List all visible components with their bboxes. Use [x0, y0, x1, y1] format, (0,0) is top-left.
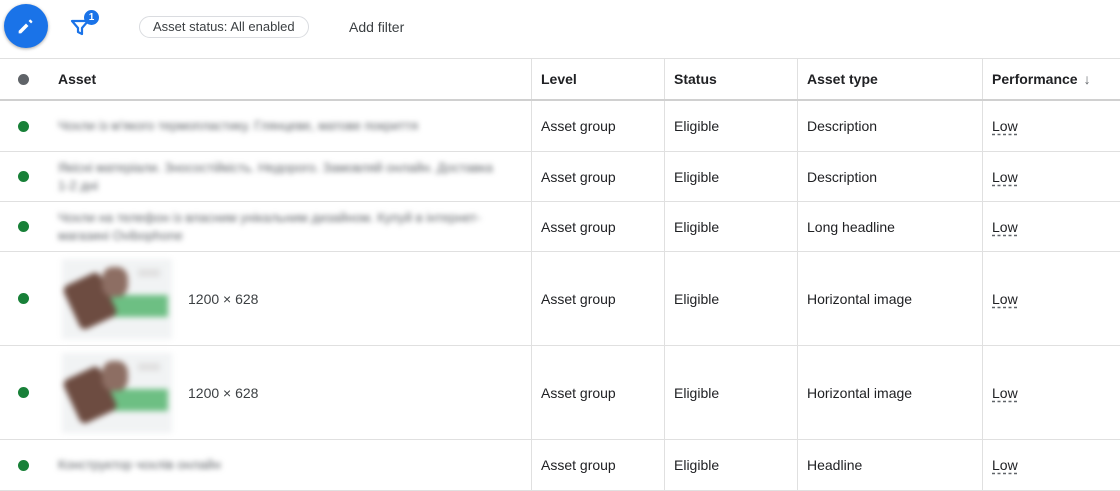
pencil-icon: [18, 19, 33, 34]
performance-label[interactable]: Low: [992, 385, 1018, 401]
asset-text: Чохли на телефон із власним унікальним д…: [58, 209, 481, 243]
performance-label[interactable]: Low: [992, 457, 1018, 473]
filter-count-badge: 1: [84, 10, 99, 25]
table-row[interactable]: Чохли із м'якого термопластику. Глянцеве…: [0, 101, 1120, 152]
asset-type-cell: Horizontal image: [797, 252, 991, 345]
enabled-status-dot: [17, 171, 29, 182]
level-cell: Asset group: [531, 101, 673, 151]
asset-text: Чохли із м'якого термопластику. Глянцеве…: [58, 118, 419, 133]
status-column-header: [0, 59, 46, 99]
enabled-status-dot: [17, 120, 29, 132]
table-row[interactable]: 1200 × 628 Asset group Eligible Horizont…: [0, 252, 1120, 346]
sort-descending-icon[interactable]: ↓: [1084, 71, 1091, 87]
status-dot-icon: [17, 73, 29, 85]
asset-type-cell: Horizontal image: [797, 346, 991, 439]
asset-column-header[interactable]: Asset: [58, 59, 528, 99]
table-row[interactable]: Чохли на телефон із власним унікальним д…: [0, 202, 1120, 252]
add-filter-button[interactable]: Add filter: [349, 19, 404, 35]
performance-column-header[interactable]: Performance ↓: [982, 59, 1120, 99]
table-row[interactable]: Конструктор чохлів онлайн Asset group El…: [0, 440, 1120, 491]
performance-label[interactable]: Low: [992, 291, 1018, 307]
enabled-status-dot: [17, 387, 29, 398]
asset-image-thumbnail[interactable]: [61, 352, 172, 433]
assets-table: Asset Level Status Asset type Performanc…: [0, 58, 1120, 491]
performance-label[interactable]: Low: [992, 169, 1018, 185]
edit-button[interactable]: [4, 4, 48, 48]
level-cell: Asset group: [531, 202, 673, 251]
asset-image-thumbnail[interactable]: [61, 258, 172, 339]
asset-type-column-header[interactable]: Asset type: [797, 59, 991, 99]
enabled-status-dot: [17, 221, 29, 232]
enabled-status-dot: [17, 293, 29, 304]
status-cell: Eligible: [664, 202, 806, 251]
status-cell: Eligible: [664, 152, 806, 201]
level-cell: Asset group: [531, 440, 673, 490]
asset-type-cell: Description: [797, 152, 991, 201]
performance-header-label: Performance: [992, 71, 1078, 87]
table-row[interactable]: Якісні матеріали. Зносостійкість. Недоро…: [0, 152, 1120, 202]
asset-text: Конструктор чохлів онлайн: [58, 457, 221, 472]
table-header: Asset Level Status Asset type Performanc…: [0, 58, 1120, 101]
status-cell: Eligible: [664, 101, 806, 151]
table-row[interactable]: 1200 × 628 Asset group Eligible Horizont…: [0, 346, 1120, 440]
level-cell: Asset group: [531, 152, 673, 201]
asset-status-filter-chip[interactable]: Asset status: All enabled: [139, 16, 309, 38]
level-column-header[interactable]: Level: [531, 59, 673, 99]
asset-type-cell: Long headline: [797, 202, 991, 251]
status-cell: Eligible: [664, 252, 806, 345]
level-cell: Asset group: [531, 252, 673, 345]
asset-type-cell: Headline: [797, 440, 991, 490]
image-dimensions: 1200 × 628: [188, 384, 259, 401]
image-dimensions: 1200 × 628: [188, 290, 259, 307]
enabled-status-dot: [17, 459, 29, 471]
level-cell: Asset group: [531, 346, 673, 439]
asset-text: Якісні матеріали. Зносостійкість. Недоро…: [58, 159, 493, 193]
performance-label[interactable]: Low: [992, 118, 1018, 134]
filter-button[interactable]: 1: [68, 10, 99, 40]
toolbar: 1 Asset status: All enabled Add filter: [0, 0, 1120, 58]
status-cell: Eligible: [664, 440, 806, 490]
status-text-column-header[interactable]: Status: [664, 59, 806, 99]
performance-label[interactable]: Low: [992, 219, 1018, 235]
status-cell: Eligible: [664, 346, 806, 439]
asset-type-cell: Description: [797, 101, 991, 151]
